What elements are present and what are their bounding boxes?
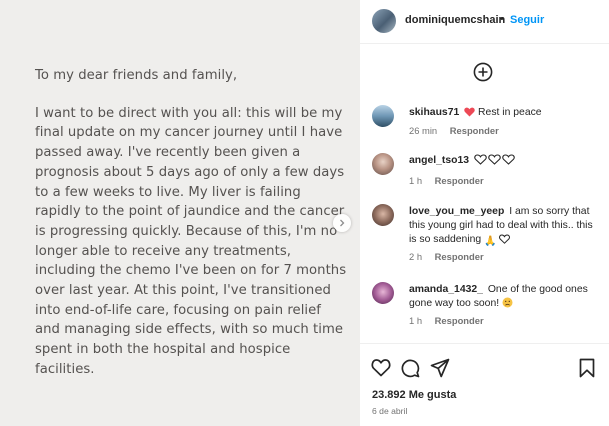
comment-body: love_you_me_yeep I am so sorry that this… — [409, 205, 599, 249]
reply-button[interactable]: Responder — [435, 251, 484, 262]
comment-username[interactable]: amanda_1432_ — [409, 284, 483, 295]
pray-emoji-icon: 🙏 — [484, 236, 497, 247]
separator-dot: • — [500, 13, 504, 25]
comment-icon[interactable] — [400, 358, 420, 378]
comment-time: 26 min — [409, 125, 438, 136]
post-date: 6 de abril — [372, 406, 408, 416]
heart-outline-icon — [499, 234, 511, 244]
comment-username[interactable]: angel_tso13 — [409, 155, 469, 166]
post-actions: 23.892 Me gusta 6 de abril — [360, 343, 609, 426]
reply-button[interactable]: Responder — [435, 315, 484, 326]
likes-count[interactable]: 23.892 Me gusta — [372, 389, 456, 401]
post-image: To my dear friends and family, I want to… — [0, 0, 360, 426]
comment-time: 2 h — [409, 251, 423, 262]
reply-button[interactable]: Responder — [435, 175, 484, 186]
comment-time: 1 h — [409, 315, 423, 326]
comment-body: amanda_1432_ One of the good ones gone w… — [409, 283, 599, 311]
avatar[interactable] — [372, 105, 394, 127]
comment-time: 1 h — [409, 175, 423, 186]
comment-username[interactable]: love_you_me_yeep — [409, 206, 504, 217]
comment-meta: 1 h Responder — [409, 175, 484, 186]
next-slide-button[interactable] — [333, 214, 351, 232]
avatar[interactable] — [372, 282, 394, 304]
comment-meta: 26 min Responder — [409, 125, 499, 136]
heart-icon[interactable] — [371, 358, 391, 377]
share-icon[interactable] — [430, 358, 450, 378]
hearts-outline-icon — [474, 154, 515, 165]
post-message: I want to be direct with you all: this w… — [35, 105, 347, 377]
post-side-panel: dominiquemcshain • Seguir skihaus71 Rest… — [360, 0, 609, 426]
heart-emoji-icon — [464, 107, 475, 117]
comment-text: Rest in peace — [478, 107, 542, 118]
avatar[interactable] — [372, 204, 394, 226]
author-username[interactable]: dominiquemcshain — [405, 14, 505, 26]
comment-meta: 2 h Responder — [409, 251, 484, 262]
avatar[interactable] — [372, 9, 396, 33]
comment-body: skihaus71 Rest in peace — [409, 106, 599, 120]
avatar[interactable] — [372, 153, 394, 175]
follow-button[interactable]: Seguir — [510, 14, 544, 26]
chevron-right-icon — [340, 219, 345, 227]
sad-face-emoji-icon — [502, 297, 513, 308]
comment-username[interactable]: skihaus71 — [409, 107, 459, 118]
post-greeting: To my dear friends and family, — [35, 68, 238, 83]
reply-button[interactable]: Responder — [450, 125, 499, 136]
add-circle-icon[interactable] — [473, 62, 493, 82]
bookmark-icon[interactable] — [578, 358, 596, 378]
comment-meta: 1 h Responder — [409, 315, 484, 326]
post-header: dominiquemcshain • Seguir — [360, 0, 609, 44]
post-text: To my dear friends and family, I want to… — [35, 66, 347, 380]
comment-body: angel_tso13 — [409, 154, 599, 168]
